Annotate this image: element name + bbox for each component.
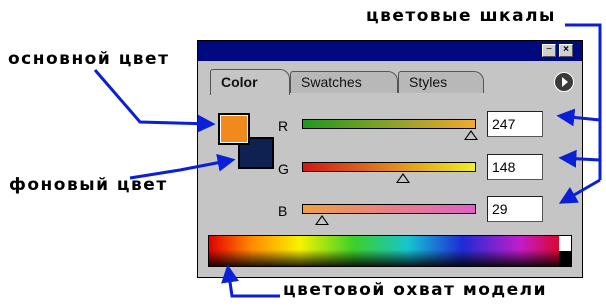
menu-arrow-icon (562, 77, 568, 87)
green-value-field[interactable]: 148 (487, 154, 543, 180)
spectrum-white-swatch[interactable] (559, 236, 571, 251)
tab-styles[interactable]: Styles (398, 71, 484, 93)
blue-value-field[interactable]: 29 (487, 196, 543, 222)
color-palette-window: − × Color Swatches Styles R 247 G 148 B … (197, 40, 583, 278)
close-button[interactable]: × (559, 44, 573, 57)
green-slider-thumb[interactable] (395, 173, 410, 183)
spectrum-black-swatch[interactable] (559, 251, 571, 266)
green-channel-row: G 148 (198, 154, 582, 194)
main-color-arrow (93, 69, 216, 133)
main-color-annotation: основной цвет (8, 49, 170, 69)
tab-swatches[interactable]: Swatches (290, 71, 398, 93)
green-slider-track[interactable] (302, 162, 476, 172)
model-gamut-annotation: цветовой охват модели (283, 280, 548, 300)
minimize-button[interactable]: − (542, 44, 556, 57)
red-slider-thumb[interactable] (463, 130, 478, 140)
red-value-field[interactable]: 247 (487, 111, 543, 137)
red-channel-row: R 247 (198, 111, 582, 151)
tab-color[interactable]: Color (210, 69, 290, 95)
blue-channel-row: B 29 (198, 196, 582, 236)
color-spectrum-ramp[interactable] (208, 235, 572, 267)
blue-slider-thumb[interactable] (314, 215, 329, 225)
palette-menu-button[interactable] (554, 72, 574, 92)
red-slider-track[interactable] (302, 119, 476, 129)
green-channel-label: G (278, 161, 289, 177)
color-scales-annotation: цветовые шкалы (366, 6, 556, 26)
blue-channel-label: B (278, 203, 288, 219)
background-color-annotation: фоновый цвет (9, 175, 168, 195)
blue-slider-track[interactable] (302, 204, 476, 214)
palette-tab-bar: Color Swatches Styles (198, 61, 582, 95)
red-channel-label: R (278, 118, 289, 134)
palette-titlebar[interactable]: − × (198, 41, 582, 61)
